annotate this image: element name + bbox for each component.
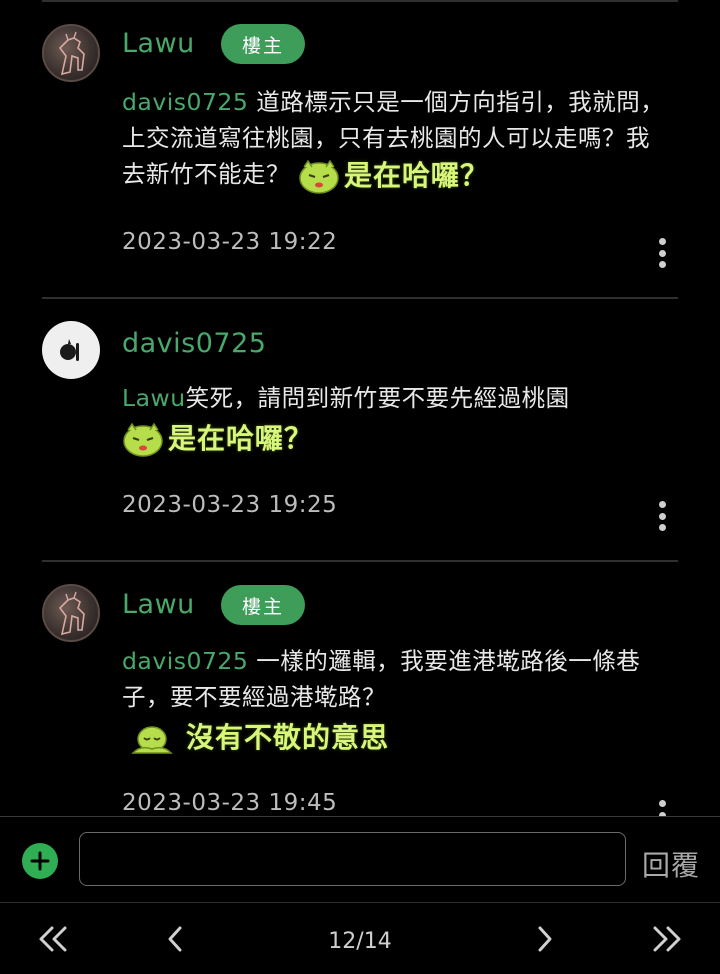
comment-body: davis0725 道路標示只是一個方向指引，我就問，上交流道寫往桃園，只有去桃… bbox=[122, 84, 667, 195]
grumpy-face-sticker-icon bbox=[299, 159, 339, 194]
comment-username[interactable]: Lawu bbox=[122, 28, 195, 59]
divider bbox=[42, 297, 678, 299]
sticker-text: 是在哈囉？ bbox=[343, 158, 489, 192]
pagination-bar: 12/14 bbox=[0, 902, 720, 974]
comment-username[interactable]: Lawu bbox=[122, 589, 195, 620]
sticker-text: 沒有不敬的意思 bbox=[186, 721, 390, 754]
op-badge: 樓主 bbox=[221, 24, 305, 64]
sticker: 沒有不敬的意思 bbox=[122, 719, 389, 757]
previous-page-button[interactable] bbox=[162, 923, 188, 955]
add-attachment-button[interactable] bbox=[22, 843, 58, 879]
avatar[interactable] bbox=[42, 321, 100, 379]
mention-link[interactable]: Lawu bbox=[122, 384, 186, 412]
grumpy-face-sticker-icon bbox=[123, 422, 163, 457]
first-page-button[interactable] bbox=[36, 923, 70, 955]
chevron-right-icon bbox=[538, 926, 552, 952]
horse-icon bbox=[58, 591, 85, 636]
comment-body: davis0725 一樣的邏輯，我要進港墘路後一條巷子，要不要經過港墘路？ 沒有… bbox=[122, 643, 667, 757]
divider bbox=[42, 0, 678, 2]
bowing-face-sticker-icon bbox=[131, 726, 173, 754]
comment-text: 笑死，請問到新竹要不要先經過桃園 bbox=[185, 384, 570, 412]
comment-timestamp: 2023-03-23 19:22 bbox=[122, 229, 338, 255]
avatar[interactable] bbox=[42, 584, 100, 642]
comment-username[interactable]: davis0725 bbox=[122, 328, 266, 359]
horse-icon bbox=[58, 31, 85, 76]
more-options-icon[interactable] bbox=[656, 501, 668, 531]
mention-link[interactable]: davis0725 bbox=[122, 88, 248, 116]
double-chevron-left-icon bbox=[39, 926, 67, 952]
more-options-icon[interactable] bbox=[656, 238, 668, 268]
comment-timestamp: 2023-03-23 19:25 bbox=[122, 492, 338, 518]
op-badge: 樓主 bbox=[221, 585, 305, 625]
plus-icon bbox=[30, 851, 50, 871]
next-page-button[interactable] bbox=[532, 923, 558, 955]
mention-link[interactable]: davis0725 bbox=[122, 647, 248, 675]
comment-thread: Lawu 樓主 davis0725 道路標示只是一個方向指引，我就問，上交流道寫… bbox=[0, 0, 720, 974]
sticker: 是在哈囉？ bbox=[298, 157, 489, 195]
reply-bar: 回覆 bbox=[0, 816, 720, 902]
avatar[interactable] bbox=[42, 24, 100, 82]
reply-button[interactable]: 回覆 bbox=[642, 844, 700, 884]
page-indicator: 12/14 bbox=[328, 929, 392, 954]
reply-input[interactable] bbox=[79, 832, 626, 886]
last-page-button[interactable] bbox=[650, 923, 684, 955]
sticker-text: 是在哈囉？ bbox=[168, 422, 314, 455]
default-avatar-icon bbox=[60, 339, 79, 361]
chevron-left-icon bbox=[168, 926, 182, 952]
comment-timestamp: 2023-03-23 19:45 bbox=[122, 790, 338, 816]
double-chevron-right-icon bbox=[653, 926, 681, 952]
sticker: 是在哈囉？ bbox=[122, 420, 313, 458]
comment-body: Lawu笑死，請問到新竹要不要先經過桃園 是在哈囉？ bbox=[122, 380, 667, 458]
divider bbox=[42, 560, 678, 562]
